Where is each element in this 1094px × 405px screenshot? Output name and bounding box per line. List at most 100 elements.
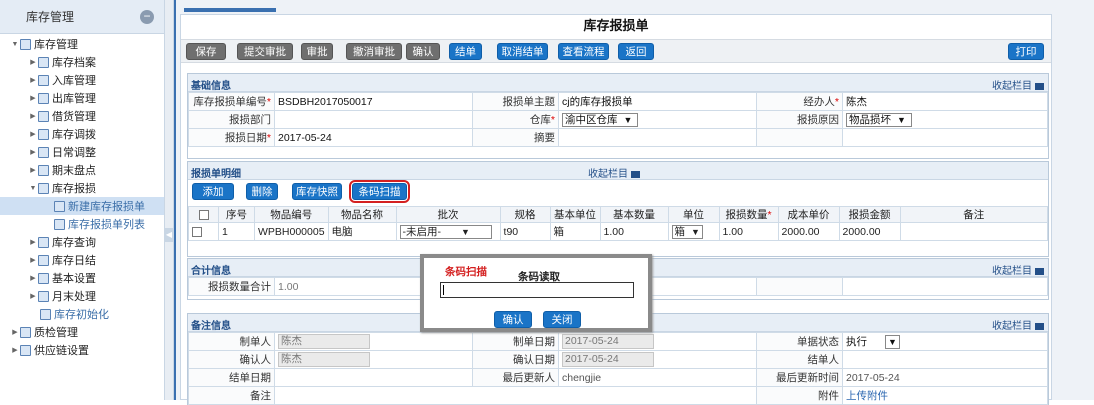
warehouse-select[interactable]: 渝中区仓库 ▼ bbox=[562, 112, 638, 127]
collapse-section-button[interactable]: 收起栏目 bbox=[992, 262, 1044, 277]
print-button[interactable]: 打印 bbox=[1008, 43, 1044, 60]
unit-select[interactable]: 箱 ▼ bbox=[671, 224, 703, 239]
select-all-checkbox[interactable] bbox=[198, 209, 209, 220]
tree-node[interactable]: ▶ 库存调拨 bbox=[0, 125, 164, 143]
tree-node[interactable]: ▶ 期末盘点 bbox=[0, 161, 164, 179]
barcode-input[interactable] bbox=[440, 282, 634, 298]
collapse-section-button[interactable]: 收起栏目 bbox=[992, 77, 1044, 92]
date-field[interactable]: 2017-05-24 bbox=[274, 128, 473, 147]
tree-leaf-init[interactable]: 库存初始化 bbox=[0, 305, 164, 323]
tree-leaf-new-loss[interactable]: 新建库存报损单 bbox=[0, 197, 164, 215]
barcode-scan-button[interactable]: 条码扫描 bbox=[349, 180, 410, 203]
expand-arrow-icon[interactable]: ▶ bbox=[28, 238, 38, 246]
expand-arrow-icon[interactable]: ▶ bbox=[28, 94, 38, 102]
view-flow-button[interactable]: 查看流程 bbox=[558, 43, 609, 60]
spec-cell[interactable]: t90 bbox=[499, 222, 551, 241]
bill-number-field[interactable]: BSDBH2017050017 bbox=[274, 92, 473, 111]
minus-circle-icon[interactable]: − bbox=[140, 9, 154, 24]
cancel-approval-button[interactable]: 撤消审批 bbox=[346, 43, 402, 60]
tree-node[interactable]: ▶ 质检管理 bbox=[0, 323, 164, 341]
expand-arrow-icon[interactable]: ▶ bbox=[28, 292, 38, 300]
expand-arrow-icon[interactable]: ▶ bbox=[28, 274, 38, 282]
basic-info-table: 库存报损单编号* BSDBH2017050017 报损单主题 cj的库存报损单 … bbox=[188, 92, 1048, 147]
handler-field[interactable]: 陈杰 bbox=[842, 92, 1048, 111]
nav-tree: ▼ 库存管理 ▶ 库存档案 ▶ 入库管理 ▶ 出库管理 ▶ 借货管理 ▶ 库存调拨 ▶ 日常调… bbox=[0, 34, 164, 359]
finish-date-field bbox=[274, 368, 473, 387]
collapse-section-button[interactable]: 收起栏目 bbox=[588, 165, 640, 180]
tree-node-inventory[interactable]: ▼ 库存管理 bbox=[0, 35, 164, 53]
tree-node[interactable]: ▶ 借货管理 bbox=[0, 107, 164, 125]
confirm-date-field: 2017-05-24 bbox=[562, 352, 654, 367]
chevron-down-icon: ▼ bbox=[888, 337, 897, 348]
tree-node[interactable]: ▶ 供应链设置 bbox=[0, 341, 164, 359]
detail-toolbar: 添加 删除 库存快照 条码扫描 bbox=[188, 180, 1048, 206]
section-header: 报损单明细 收起栏目 bbox=[188, 162, 1048, 180]
expand-arrow-icon[interactable]: ▶ bbox=[28, 166, 38, 174]
batch-select[interactable]: -未启用- ▼ bbox=[399, 224, 492, 239]
save-button[interactable]: 保存 bbox=[186, 43, 226, 60]
dialog-confirm-button[interactable]: 确认 bbox=[494, 311, 532, 328]
submit-approval-button[interactable]: 提交审批 bbox=[237, 43, 293, 60]
department-field[interactable] bbox=[274, 110, 473, 129]
unit-cost-cell[interactable]: 2000.00 bbox=[777, 222, 840, 241]
expand-arrow-icon[interactable]: ▶ bbox=[28, 76, 38, 84]
item-name-cell[interactable]: 电脑 bbox=[327, 222, 397, 241]
collapse-icon bbox=[1035, 82, 1044, 90]
upload-attachment-link[interactable]: 上传附件 bbox=[842, 386, 1048, 405]
remark-cell[interactable] bbox=[899, 222, 1049, 241]
subject-field[interactable]: cj的库存报损单 bbox=[558, 92, 757, 111]
tree-node[interactable]: ▶ 库存查询 bbox=[0, 233, 164, 251]
item-code-cell[interactable]: WPBH000005 bbox=[254, 222, 329, 241]
finish-button[interactable]: 结单 bbox=[449, 43, 482, 60]
delete-row-button[interactable]: 删除 bbox=[246, 183, 278, 200]
sidebar: 库存管理 − ▼ 库存管理 ▶ 库存档案 ▶ 入库管理 ▶ 出库管理 ▶ 借货管理 ▶ 库存… bbox=[0, 0, 165, 400]
row-checkbox[interactable] bbox=[192, 226, 202, 237]
inventory-snapshot-button[interactable]: 库存快照 bbox=[292, 183, 342, 200]
reason-select[interactable]: 物品损坏 ▼ bbox=[846, 112, 912, 127]
basic-info-section: 基础信息 收起栏目 库存报损单编号* BSDBH2017050017 报损单主题… bbox=[187, 73, 1049, 159]
page-title: 库存报损单 bbox=[583, 18, 649, 33]
collapse-section-button[interactable]: 收起栏目 bbox=[992, 317, 1044, 332]
tab-active[interactable] bbox=[184, 8, 276, 12]
status-select[interactable]: ▼ bbox=[885, 335, 900, 350]
detail-section: 报损单明细 收起栏目 添加 删除 库存快照 条码扫描 序号 物品编号 物品名称 … bbox=[187, 161, 1049, 257]
add-row-button[interactable]: 添加 bbox=[192, 183, 234, 200]
expand-arrow-icon[interactable]: ▶ bbox=[28, 112, 38, 120]
confirm-button[interactable]: 确认 bbox=[406, 43, 440, 60]
back-button[interactable]: 返回 bbox=[618, 43, 654, 60]
tree-node[interactable]: ▶ 库存档案 bbox=[0, 53, 164, 71]
status-value: 执行 bbox=[846, 335, 867, 348]
confirmer-field: 陈杰 bbox=[278, 352, 370, 367]
tree-node[interactable]: ▶ 出库管理 bbox=[0, 89, 164, 107]
dialog-close-button[interactable]: 关闭 bbox=[543, 311, 581, 328]
tree-node[interactable]: ▶ 基本设置 bbox=[0, 269, 164, 287]
tree-node-loss[interactable]: ▼ 库存报损 bbox=[0, 179, 164, 197]
tree-leaf-loss-list[interactable]: 库存报损单列表 bbox=[0, 215, 164, 233]
expand-arrow-icon[interactable]: ▶ bbox=[28, 58, 38, 66]
tree-node[interactable]: ▶ 入库管理 bbox=[0, 71, 164, 89]
collapse-arrow-icon[interactable]: ▼ bbox=[10, 41, 20, 48]
collapse-arrow-icon[interactable]: ▼ bbox=[28, 185, 38, 192]
expand-arrow-icon[interactable]: ▶ bbox=[28, 130, 38, 138]
loss-qty-cell[interactable]: 1.00 bbox=[718, 222, 779, 241]
sidebar-splitter[interactable]: ◀ bbox=[165, 0, 174, 400]
note-field[interactable] bbox=[274, 386, 757, 405]
table-header-row: 序号 物品编号 物品名称 批次 规格 基本单位 基本数量 单位 报损数量* 成本… bbox=[188, 206, 1049, 223]
tree-node[interactable]: ▶ 日常调整 bbox=[0, 143, 164, 161]
folder-icon bbox=[38, 272, 49, 284]
cancel-finish-button[interactable]: 取消结单 bbox=[497, 43, 548, 60]
expand-arrow-icon[interactable]: ▶ bbox=[10, 346, 20, 354]
chevron-left-icon[interactable]: ◀ bbox=[165, 228, 173, 242]
summary-field[interactable] bbox=[558, 128, 757, 147]
folder-icon bbox=[20, 344, 31, 356]
expand-arrow-icon[interactable]: ▶ bbox=[28, 256, 38, 264]
toolbar: 保存 提交审批 审批 撤消审批 确认 结单 取消结单 查看流程 返回 打印 bbox=[181, 39, 1051, 63]
folder-icon bbox=[38, 182, 49, 194]
amount-cell[interactable]: 2000.00 bbox=[838, 222, 901, 241]
tree-node[interactable]: ▶ 月末处理 bbox=[0, 287, 164, 305]
expand-arrow-icon[interactable]: ▶ bbox=[28, 148, 38, 156]
approve-button[interactable]: 审批 bbox=[301, 43, 333, 60]
tab-bar bbox=[180, 0, 1094, 14]
expand-arrow-icon[interactable]: ▶ bbox=[10, 328, 20, 336]
tree-node[interactable]: ▶ 库存日结 bbox=[0, 251, 164, 269]
